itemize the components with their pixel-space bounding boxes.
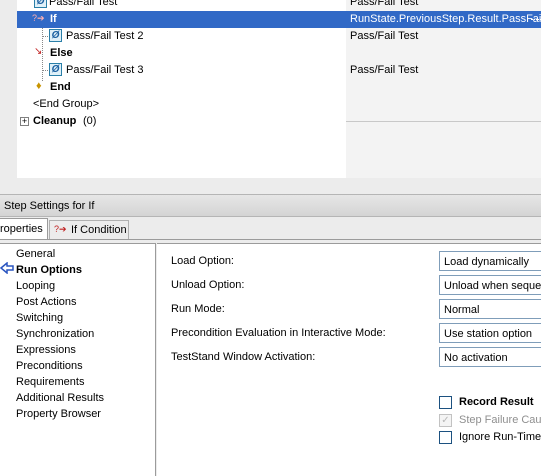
record-result-checkbox[interactable] (439, 396, 452, 409)
end-group-row[interactable]: <End Group> (17, 96, 541, 113)
step-row-end[interactable]: ♦ End (17, 79, 541, 96)
if-flow-icon: ?➔ (32, 13, 45, 23)
settings-tab-strip: roperties ?➔ If Condition (0, 217, 541, 240)
precondition-evaluation-value: Use station option (444, 328, 533, 340)
tab-properties[interactable]: roperties (0, 218, 48, 239)
step-row[interactable]: Ø Pass/Fail Test 2 Pass/Fail Test (17, 28, 541, 45)
category-synchronization[interactable]: Synchronization (16, 328, 94, 340)
category-expressions[interactable]: Expressions (16, 344, 76, 356)
step-description: Pass/Fail Test (350, 64, 419, 76)
step-failure-causes-label: Step Failure Caus (459, 414, 541, 426)
run-mode-select[interactable]: Normal (439, 299, 541, 319)
pass-fail-icon: Ø (34, 0, 47, 8)
step-failure-causes-checkbox: ✓ (439, 414, 452, 427)
load-option-select[interactable]: Load dynamically (439, 251, 541, 271)
group-divider (346, 121, 541, 122)
record-result-label: Record Result (459, 396, 534, 408)
precondition-evaluation-label: Precondition Evaluation in Interactive M… (171, 327, 386, 339)
category-switching[interactable]: Switching (16, 312, 63, 324)
step-row-if[interactable]: ?➔ If RunState.PreviousStep.Result.PassF… (17, 11, 541, 28)
step-name: Pass/Fail Test (49, 0, 118, 8)
unload-option-label: Unload Option: (171, 279, 245, 291)
step-row[interactable]: Ø Pass/Fail Test 3 Pass/Fail Test (17, 62, 541, 79)
category-preconditions[interactable]: Preconditions (16, 360, 83, 372)
step-name: End (50, 81, 71, 93)
current-category-arrow-icon (0, 262, 14, 274)
step-description: Pass/Fail Test (350, 0, 419, 8)
step-settings-title: Step Settings for If (4, 200, 95, 212)
category-general[interactable]: General (16, 248, 55, 260)
unload-option-select[interactable]: Unload when sequer (439, 275, 541, 295)
window-activation-select[interactable]: No activation (439, 347, 541, 367)
tree-connector (42, 36, 48, 37)
else-flow-icon: ↘ (34, 46, 43, 57)
overflow-ellipsis (531, 19, 541, 20)
step-description: Pass/Fail Test (350, 30, 419, 42)
ignore-runtime-errors-checkbox[interactable] (439, 431, 452, 444)
run-mode-value: Normal (444, 304, 480, 316)
pass-fail-icon: Ø (49, 63, 62, 76)
load-option-label: Load Option: (171, 255, 234, 267)
category-property-browser[interactable]: Property Browser (16, 408, 101, 420)
sequence-gutter (0, 0, 17, 178)
step-row[interactable]: Ø Pass/Fail Test Pass/Fail Test (17, 0, 541, 11)
category-additional-results[interactable]: Additional Results (16, 392, 104, 404)
if-flow-icon: ?➔ (54, 224, 67, 234)
window-activation-value: No activation (444, 352, 508, 364)
category-looping[interactable]: Looping (16, 280, 55, 292)
sequence-view: Ø Pass/Fail Test Pass/Fail Test ?➔ If Ru… (0, 0, 541, 178)
end-flow-icon: ♦ (36, 80, 42, 92)
step-name: Pass/Fail Test 3 (66, 64, 144, 76)
unload-option-value: Unload when sequer (444, 280, 541, 292)
run-mode-label: Run Mode: (171, 303, 225, 315)
step-name: Pass/Fail Test 2 (66, 30, 144, 42)
category-post-actions[interactable]: Post Actions (16, 296, 77, 308)
load-option-value: Load dynamically (444, 256, 529, 268)
end-group-label: <End Group> (33, 98, 100, 110)
tab-if-condition[interactable]: ?➔ If Condition (49, 220, 129, 239)
pass-fail-icon: Ø (49, 29, 62, 42)
category-run-options[interactable]: Run Options (16, 264, 82, 276)
pane-splitter[interactable] (0, 178, 541, 194)
tree-connector (42, 70, 48, 71)
tab-label: roperties (0, 223, 43, 235)
window-activation-label: TestStand Window Activation: (171, 351, 316, 363)
step-description: RunState.PreviousStep.Result.PassFail (350, 13, 541, 25)
group-count: (0) (83, 115, 97, 127)
tab-label: If Condition (71, 224, 127, 236)
expand-icon[interactable]: + (20, 117, 29, 126)
step-name: Else (50, 47, 73, 59)
category-requirements[interactable]: Requirements (16, 376, 84, 388)
step-name: If (50, 13, 57, 25)
group-name: Cleanup (33, 115, 77, 127)
step-settings-titlebar: Step Settings for If (0, 194, 541, 217)
ignore-runtime-errors-label: Ignore Run-Time (459, 431, 541, 443)
step-row-else[interactable]: ↘ Else (17, 45, 541, 62)
precondition-evaluation-select[interactable]: Use station option (439, 323, 541, 343)
